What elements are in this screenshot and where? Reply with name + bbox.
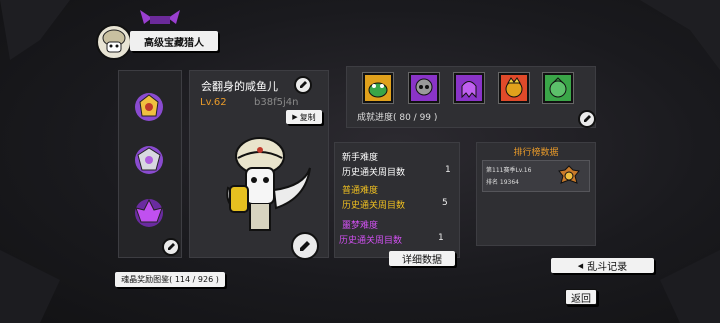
edit-icon bbox=[300, 81, 307, 88]
player-id: b38f5j4n bbox=[254, 97, 299, 108]
player-name: 会翻身的咸鱼儿 bbox=[201, 80, 278, 93]
brawl-arrow-icon: ◀ bbox=[577, 261, 584, 270]
normal-clear-count: 1 bbox=[445, 165, 451, 175]
achievement-progress: 成就进度( 80 / 99 ) bbox=[357, 113, 438, 123]
header-title-plate: 高级宝藏猎人 bbox=[130, 31, 218, 51]
detail-data-button[interactable]: 详细数据 bbox=[389, 251, 455, 266]
achievement-icon-frog[interactable] bbox=[362, 72, 394, 104]
medal-edit-button[interactable] bbox=[162, 238, 180, 256]
hero-character-image bbox=[226, 137, 311, 231]
normal-difficulty-title: 新手难度 bbox=[342, 153, 379, 163]
hard-difficulty-title: 普通难度 bbox=[342, 186, 379, 196]
leaderboard-rank: 排名 19364 bbox=[486, 179, 519, 186]
normal-clear-label: 历史通关周目数 bbox=[342, 168, 406, 178]
edit-icon bbox=[300, 241, 310, 251]
hard-clear-label: 历史通关周目数 bbox=[342, 201, 406, 211]
achievement-icon-ghost[interactable] bbox=[453, 72, 485, 104]
purple-medal-icon[interactable] bbox=[132, 196, 166, 230]
horns-icon bbox=[140, 10, 180, 24]
medal-collection-label: 魂晶奖励图鉴( 114 / 926 ) bbox=[121, 275, 219, 284]
copy-id-button[interactable]: ▶ 复制 bbox=[286, 110, 322, 124]
hunter-avatar-icon bbox=[102, 29, 126, 53]
silver-medal-icon[interactable] bbox=[132, 143, 166, 177]
leaderboard-season: 第111赛季Lv.16 bbox=[486, 167, 532, 174]
brawl-record-button[interactable]: ◀ 乱斗记录 bbox=[551, 258, 654, 273]
back-button[interactable]: 返回 bbox=[565, 289, 597, 305]
gold-medal-icon[interactable] bbox=[132, 90, 166, 124]
back-label: 返回 bbox=[571, 293, 591, 305]
achievement-edit-button[interactable] bbox=[578, 110, 596, 128]
nightmare-difficulty-title: 噩梦难度 bbox=[342, 221, 379, 231]
hero-edit-button[interactable] bbox=[291, 232, 319, 260]
medal-collection-button[interactable]: 魂晶奖励图鉴( 114 / 926 ) bbox=[115, 272, 225, 287]
nightmare-clear-label: 历史通关周目数 bbox=[339, 236, 403, 246]
player-level: Lv.62 bbox=[200, 97, 227, 108]
achievement-icon-boss[interactable] bbox=[498, 72, 530, 104]
name-edit-button[interactable] bbox=[294, 76, 312, 94]
edit-icon bbox=[584, 115, 591, 122]
achievement-icon-skull[interactable] bbox=[408, 72, 440, 104]
page-title: 高级宝藏猎人 bbox=[144, 37, 204, 49]
copy-label: 复制 bbox=[299, 112, 316, 122]
edit-icon bbox=[168, 243, 175, 250]
brawl-record-label: 乱斗记录 bbox=[587, 262, 628, 273]
achievement-icon-plant[interactable] bbox=[542, 72, 574, 104]
leaderboard-title: 排行榜数据 bbox=[513, 148, 559, 158]
rank-badge-icon bbox=[558, 165, 580, 184]
avatar bbox=[96, 24, 132, 60]
copy-arrow-icon: ▶ bbox=[292, 113, 298, 121]
nightmare-clear-count: 1 bbox=[438, 233, 444, 243]
detail-data-label: 详细数据 bbox=[402, 255, 442, 266]
hard-clear-count: 5 bbox=[442, 198, 448, 208]
